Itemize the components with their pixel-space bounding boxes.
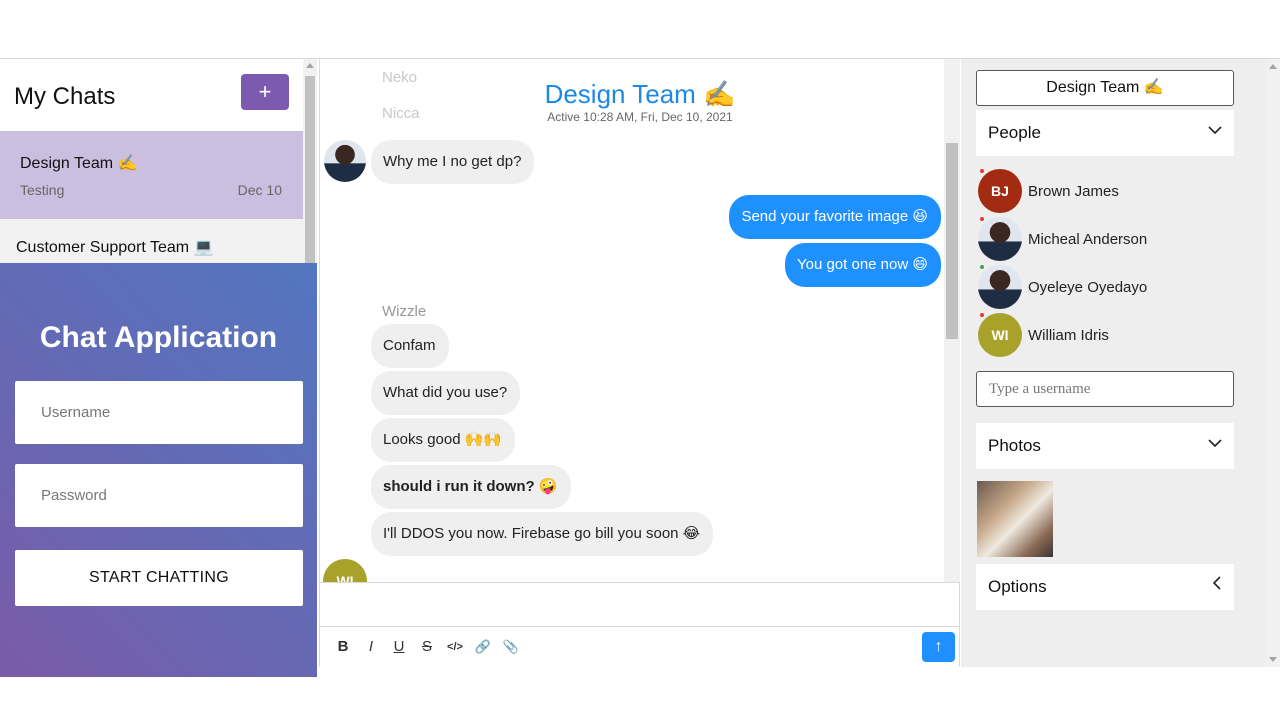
- new-chat-button[interactable]: +: [241, 74, 289, 110]
- person-item[interactable]: Micheal Anderson: [978, 217, 1228, 263]
- chevron-down-icon: [1208, 122, 1222, 140]
- message-bubble: Why me I no get dp?: [371, 140, 535, 184]
- message-bubble: should i run it down? 🤪: [371, 465, 571, 509]
- avatar: BJ: [978, 169, 1022, 213]
- strikethrough-icon[interactable]: S: [417, 638, 437, 656]
- avatar: [978, 217, 1022, 261]
- start-chatting-button[interactable]: START CHATTING: [15, 550, 303, 606]
- avatar: [978, 265, 1022, 309]
- options-label: Options: [988, 577, 1047, 596]
- avatar: WI: [323, 559, 367, 582]
- options-section-header[interactable]: Options: [976, 564, 1234, 610]
- status-dot: [980, 169, 984, 173]
- bold-icon[interactable]: B: [333, 638, 353, 656]
- message-feed-scrollbar[interactable]: [944, 59, 960, 582]
- person-name: William Idris: [1028, 327, 1109, 344]
- message-bubble-own: You got one now 😄: [784, 243, 941, 287]
- login-panel: Chat Application START CHATTING: [0, 263, 317, 677]
- sender-name: Wizzle: [382, 303, 427, 320]
- people-label: People: [988, 123, 1041, 142]
- chat-item-name: Design Team ✍️: [20, 155, 138, 172]
- message-feed: Neko Nicca Design Team ✍️ Active 10:28 A…: [320, 59, 944, 582]
- username-search-input[interactable]: [976, 371, 1234, 407]
- scroll-up-arrow-icon[interactable]: [306, 63, 314, 68]
- people-section-header[interactable]: People: [976, 110, 1234, 156]
- scroll-down-arrow-icon[interactable]: [1269, 657, 1277, 662]
- chat-app: My Chats + Design Team ✍️ Testing Dec 10…: [0, 58, 1280, 677]
- chat-list-header: My Chats +: [0, 59, 303, 131]
- person-item[interactable]: BJ Brown James: [978, 169, 1228, 215]
- chat-item-date: Dec 10: [237, 182, 282, 198]
- chat-item-design-team[interactable]: Design Team ✍️ Testing Dec 10: [0, 131, 303, 219]
- chat-list-scrollbar[interactable]: [303, 59, 317, 263]
- chat-active-status: Active 10:28 AM, Fri, Dec 10, 2021: [547, 110, 733, 124]
- formatting-toolbar: B I U S </> 🔗 📎 ↑: [320, 627, 960, 667]
- login-title: Chat Application: [39, 321, 278, 354]
- photos-section-header[interactable]: Photos: [976, 423, 1234, 469]
- message-bubble: Looks good 🙌🙌: [371, 418, 516, 462]
- photos-label: Photos: [988, 436, 1041, 455]
- chat-title-button[interactable]: Design Team ✍️: [976, 70, 1234, 106]
- status-dot: [980, 217, 984, 221]
- link-icon[interactable]: 🔗: [473, 638, 493, 656]
- status-dot: [980, 313, 984, 317]
- avatar: WI: [978, 313, 1022, 357]
- underline-icon[interactable]: U: [389, 638, 409, 656]
- message-bubble: Confam: [371, 324, 449, 368]
- chat-title: Design Team ✍️: [544, 79, 736, 109]
- person-name: Oyeleye Oyedayo: [1028, 279, 1148, 296]
- username-input[interactable]: [15, 381, 303, 444]
- italic-icon[interactable]: I: [361, 638, 381, 656]
- chat-item-preview: Testing: [20, 182, 65, 198]
- person-item[interactable]: WI William Idris: [978, 313, 1228, 359]
- attachment-icon[interactable]: 📎: [501, 638, 521, 656]
- details-scrollbar[interactable]: [1266, 59, 1280, 667]
- message-bubble: What did you use?: [371, 371, 521, 415]
- chat-panel: Neko Nicca Design Team ✍️ Active 10:28 A…: [319, 59, 960, 667]
- chat-header: Design Team ✍️: [320, 79, 944, 110]
- message-bubble: I'll DDOS you now. Firebase go bill you …: [371, 512, 714, 556]
- chat-item-customer-support[interactable]: Customer Support Team 💻: [0, 219, 303, 263]
- scrollbar-thumb[interactable]: [305, 76, 315, 263]
- chat-details-panel: Design Team ✍️ People BJ Brown James Mic…: [961, 59, 1280, 667]
- status-dot: [980, 265, 984, 269]
- avatar: [324, 140, 366, 182]
- code-icon[interactable]: </>: [445, 638, 465, 656]
- photo-thumbnail[interactable]: [977, 481, 1053, 557]
- chat-item-name: Customer Support Team 💻: [16, 239, 214, 256]
- person-item[interactable]: Oyeleye Oyedayo: [978, 265, 1228, 311]
- message-bubble-own: Send your favorite image 😆: [729, 195, 941, 239]
- message-input[interactable]: [320, 582, 960, 627]
- send-button[interactable]: ↑: [922, 632, 955, 662]
- chevron-left-icon: [1212, 576, 1222, 595]
- scroll-up-arrow-icon[interactable]: [1269, 64, 1277, 69]
- password-input[interactable]: [15, 464, 303, 527]
- scrollbar-thumb[interactable]: [946, 143, 958, 339]
- chat-list-title: My Chats: [14, 83, 116, 110]
- chevron-down-icon: [1208, 435, 1222, 453]
- person-name: Brown James: [1028, 183, 1119, 200]
- person-name: Micheal Anderson: [1028, 231, 1148, 248]
